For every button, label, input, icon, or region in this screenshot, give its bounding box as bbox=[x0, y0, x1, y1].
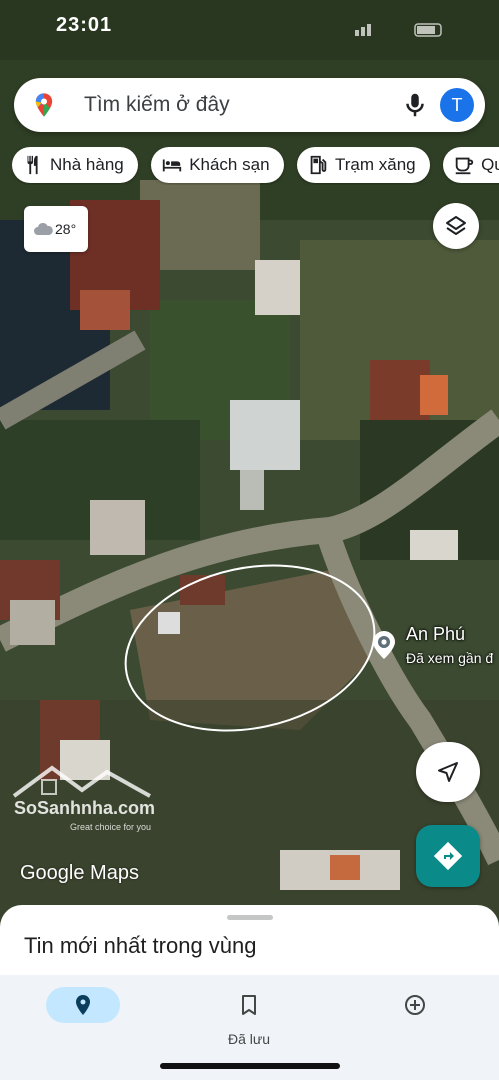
category-chips: Nhà hàng Khách sạn Trạm xăng Quán bbox=[12, 147, 499, 185]
bottom-sheet[interactable]: Tin mới nhất trong vùng bbox=[0, 905, 499, 975]
directions-icon bbox=[434, 842, 462, 870]
sheet-drag-handle[interactable] bbox=[227, 915, 273, 920]
mic-icon[interactable] bbox=[400, 90, 430, 120]
gas-station-icon bbox=[310, 155, 327, 175]
chip-label: Nhà hàng bbox=[50, 155, 124, 174]
my-location-button[interactable] bbox=[416, 742, 480, 802]
watermark-brand: SoSanhnha.com bbox=[14, 798, 156, 818]
explore-pin-icon bbox=[76, 995, 90, 1015]
directions-button[interactable] bbox=[416, 825, 480, 887]
nav-item-explore[interactable] bbox=[18, 983, 138, 1053]
google-maps-pin-icon bbox=[35, 93, 53, 117]
hotel-icon bbox=[163, 159, 182, 172]
status-time: 23:01 bbox=[56, 14, 113, 36]
add-circle-icon bbox=[405, 995, 425, 1015]
search-input[interactable]: Tìm kiếm ở đây bbox=[84, 93, 230, 117]
weather-temperature: 28° bbox=[55, 221, 77, 237]
weather-widget[interactable]: 28° bbox=[24, 206, 88, 252]
chip-restaurants[interactable]: Nhà hàng bbox=[12, 147, 138, 183]
place-subtitle: Đã xem gần đ bbox=[406, 650, 494, 666]
layers-icon bbox=[446, 216, 466, 235]
cafe-icon bbox=[455, 157, 474, 175]
home-indicator[interactable] bbox=[160, 1063, 340, 1069]
sheet-title: Tin mới nhất trong vùng bbox=[24, 933, 257, 958]
cloud-icon bbox=[34, 222, 53, 235]
chip-label: Quán bbox=[481, 155, 499, 174]
search-bar[interactable]: Tìm kiếm ở đây T bbox=[14, 78, 485, 132]
house-roof-icon bbox=[12, 765, 151, 798]
place-name[interactable]: An Phú bbox=[406, 624, 465, 645]
watermark-logo: SoSanhnha.com Great choice for you bbox=[8, 762, 158, 836]
google-maps-logo: Google Maps bbox=[20, 862, 139, 884]
nav-item-contribute[interactable] bbox=[350, 983, 470, 1053]
chip-hotels[interactable]: Khách sạn bbox=[151, 147, 284, 183]
bookmark-icon bbox=[242, 995, 256, 1015]
nav-label: Đã lưu bbox=[227, 1031, 271, 1047]
nav-item-saved[interactable]: Đã lưu bbox=[184, 983, 304, 1053]
layers-button[interactable] bbox=[433, 203, 479, 249]
avatar[interactable]: T bbox=[440, 88, 474, 122]
watermark-tagline: Great choice for you bbox=[70, 822, 152, 832]
place-marker-icon[interactable] bbox=[369, 629, 399, 661]
chip-cafes[interactable]: Quán bbox=[443, 147, 499, 183]
navigation-arrow-icon bbox=[438, 762, 458, 782]
chip-label: Trạm xăng bbox=[334, 155, 416, 174]
restaurant-icon bbox=[27, 155, 38, 175]
chip-gas-stations[interactable]: Trạm xăng bbox=[296, 147, 430, 183]
chip-label: Khách sạn bbox=[189, 155, 270, 174]
status-icons bbox=[355, 23, 442, 37]
